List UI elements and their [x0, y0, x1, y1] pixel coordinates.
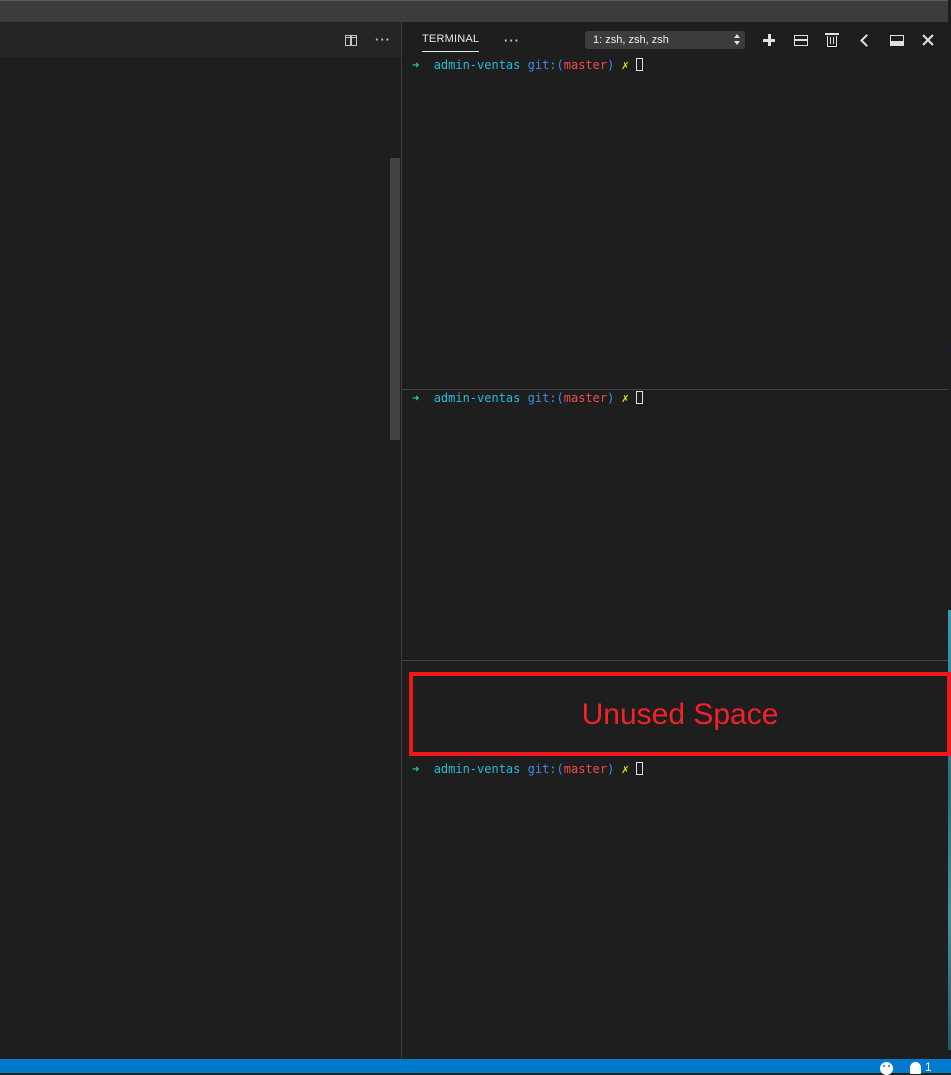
close-panel-button[interactable]	[919, 31, 937, 49]
window-titlebar	[0, 0, 948, 22]
terminal-selector[interactable]: 1: zsh, zsh, zsh	[585, 31, 745, 49]
terminal-panel: TERMINAL ··· 1: zsh, zsh, zsh ➜ admin-ve…	[402, 22, 948, 1059]
close-icon	[922, 34, 934, 46]
annotation-label: Unused Space	[581, 698, 779, 731]
editor-scrollbar[interactable]	[390, 158, 400, 440]
split-pane-icon	[794, 34, 808, 46]
split-terminal-button[interactable]	[792, 31, 810, 49]
prompt-dirty-marker: ✗	[621, 391, 629, 405]
status-bar: 1	[0, 1059, 951, 1075]
split-editor-button[interactable]	[342, 31, 360, 49]
terminal-cursor	[636, 762, 644, 775]
kill-terminal-button[interactable]	[823, 31, 841, 49]
terminal-cursor	[636, 391, 644, 404]
prompt-arrow: ➜	[412, 762, 420, 776]
notification-count[interactable]: 1	[925, 1060, 932, 1074]
panel-header: TERMINAL ··· 1: zsh, zsh, zsh	[402, 22, 948, 57]
panel-bottom-icon	[890, 34, 904, 46]
bell-icon[interactable]	[910, 1062, 921, 1074]
more-actions-icon: ···	[375, 32, 391, 47]
prompt-git-suffix: )	[607, 391, 615, 405]
prompt-directory: admin-ventas	[433, 391, 521, 405]
terminal-selector-value: 1: zsh, zsh, zsh	[593, 34, 669, 46]
prompt-directory: admin-ventas	[433, 58, 521, 72]
terminal-cursor	[636, 58, 644, 71]
trash-icon	[825, 33, 839, 47]
tab-terminal[interactable]: TERMINAL	[422, 33, 480, 52]
prompt-directory: admin-ventas	[433, 762, 521, 776]
toggle-maximize-button[interactable]	[855, 31, 873, 49]
more-actions-icon: ···	[504, 33, 520, 48]
terminal-pane-2[interactable]: ➜ admin-ventas git:(master) ✗	[402, 390, 948, 660]
panel-position-button[interactable]	[888, 31, 906, 49]
unused-space-annotation: Unused Space	[409, 672, 951, 756]
terminal-prompt: ➜ admin-ventas git:(master) ✗	[412, 391, 644, 405]
plus-icon	[763, 34, 775, 46]
prompt-arrow: ➜	[412, 58, 420, 72]
chevron-left-icon	[859, 33, 873, 47]
prompt-branch: master	[563, 391, 608, 405]
terminal-prompt: ➜ admin-ventas git:(master) ✗	[412, 58, 644, 72]
smiley-icon[interactable]	[880, 1062, 893, 1075]
terminal-pane-1[interactable]: ➜ admin-ventas git:(master) ✗	[402, 57, 948, 389]
titlebar-highlight	[0, 0, 948, 1]
new-terminal-button[interactable]	[760, 31, 778, 49]
prompt-git-prefix: git:(	[527, 762, 564, 776]
prompt-arrow: ➜	[412, 391, 420, 405]
editor-more-actions-button[interactable]: ···	[374, 31, 392, 49]
prompt-git-prefix: git:(	[527, 391, 564, 405]
prompt-git-prefix: git:(	[527, 58, 564, 72]
prompt-branch: master	[563, 762, 608, 776]
prompt-branch: master	[563, 58, 608, 72]
select-arrows-icon	[734, 34, 740, 46]
prompt-git-suffix: )	[607, 762, 615, 776]
split-editor-icon	[345, 34, 357, 46]
panel-tabs-more-button[interactable]: ···	[504, 32, 520, 50]
prompt-git-suffix: )	[607, 58, 615, 72]
editor-area[interactable]: ···	[0, 22, 401, 1059]
prompt-dirty-marker: ✗	[621, 762, 629, 776]
editor-title-bar: ···	[0, 22, 401, 57]
terminal-prompt: ➜ admin-ventas git:(master) ✗	[412, 762, 644, 776]
prompt-dirty-marker: ✗	[621, 58, 629, 72]
